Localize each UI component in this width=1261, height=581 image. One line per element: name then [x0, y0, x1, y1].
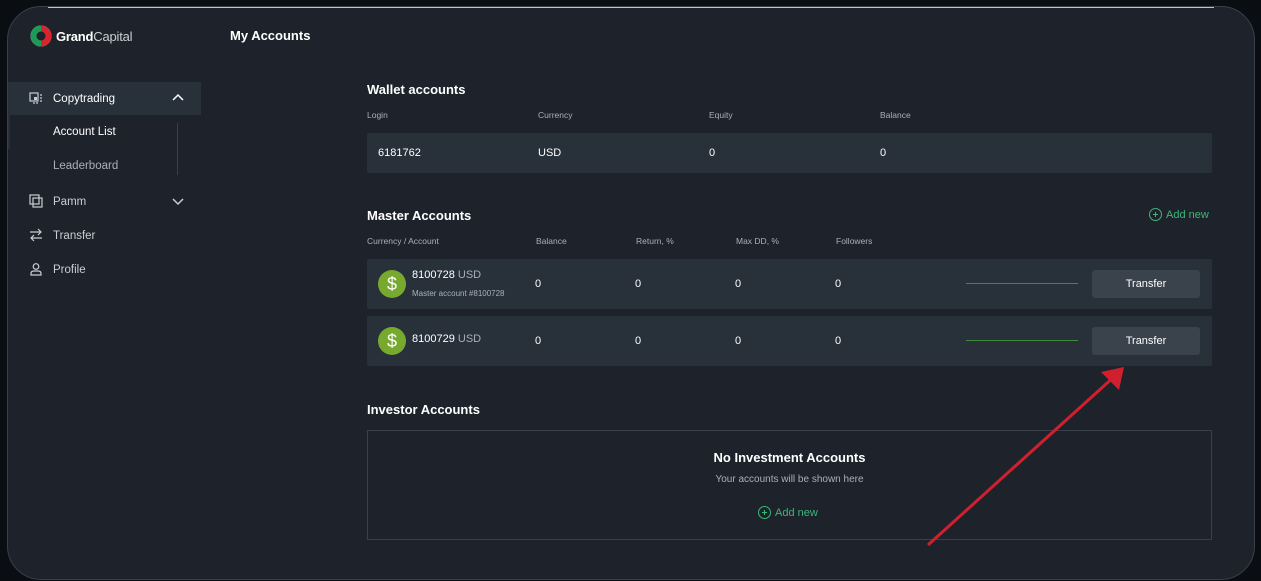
master-header-followers: Followers: [836, 236, 873, 246]
table-row[interactable]: $ 8100729 USD 0 0 0 0 Transfer: [367, 316, 1212, 366]
account-balance: 0: [535, 278, 542, 290]
master-header-balance: Balance: [536, 236, 567, 246]
brand-name-bold: Grand: [56, 28, 94, 44]
account-maxdd: 0: [735, 278, 742, 290]
account-number[interactable]: 8100728 USD: [412, 269, 481, 281]
app-window: GrandCapital Copytrading Account List Le…: [7, 6, 1255, 580]
empty-title: No Investment Accounts: [713, 450, 866, 465]
wallet-header-currency: Currency: [538, 110, 573, 120]
wallet-currency: USD: [538, 147, 562, 159]
sidebar-label-profile: Profile: [53, 263, 86, 276]
brand-name-light: Capital: [93, 28, 133, 44]
sidebar-label-transfer: Transfer: [53, 229, 96, 242]
master-add-new-button[interactable]: Add new: [1149, 208, 1209, 221]
logo[interactable]: GrandCapital: [30, 25, 133, 47]
active-indicator: [8, 115, 10, 149]
sidebar-label-copytrading: Copytrading: [53, 92, 116, 105]
account-followers: 0: [835, 278, 842, 290]
sidebar-item-pamm[interactable]: Pamm: [8, 185, 201, 218]
master-header-maxdd: Max DD, %: [736, 236, 779, 246]
empty-subtitle: Your accounts will be shown here: [715, 474, 864, 485]
investor-section-title: Investor Accounts: [367, 402, 480, 417]
wallet-equity: 0: [709, 147, 716, 159]
account-number-value: 8100728: [412, 269, 455, 281]
investor-add-new-button[interactable]: Add new: [758, 506, 818, 519]
wallet-header-balance: Balance: [880, 110, 911, 120]
plus-circle-icon: [758, 506, 771, 519]
submenu-divider: [177, 123, 178, 175]
wallet-login: 6181762: [378, 147, 421, 159]
account-maxdd: 0: [735, 335, 742, 347]
pamm-icon: [29, 194, 43, 208]
wallet-header-login: Login: [367, 110, 388, 120]
logo-icon: [30, 25, 52, 47]
chevron-up-icon[interactable]: [171, 91, 185, 105]
sidebar-item-account-list[interactable]: Account List: [53, 126, 116, 138]
copytrading-icon: [29, 92, 42, 104]
account-number[interactable]: 8100729 USD: [412, 333, 481, 345]
account-balance: 0: [535, 335, 542, 347]
transfer-button[interactable]: Transfer: [1092, 270, 1200, 298]
sparkline: [966, 340, 1078, 341]
empty-state: No Investment Accounts Your accounts wil…: [367, 430, 1212, 540]
dollar-icon: $: [378, 327, 406, 355]
account-currency: USD: [457, 333, 482, 345]
master-section-title: Master Accounts: [367, 208, 472, 223]
sidebar-item-copytrading[interactable]: Copytrading: [8, 82, 201, 115]
chevron-down-icon[interactable]: [171, 194, 185, 208]
sidebar-item-profile[interactable]: Profile: [8, 253, 201, 286]
account-return: 0: [635, 335, 642, 347]
master-add-new-label: Add new: [1166, 208, 1209, 221]
transfer-icon: [30, 228, 42, 242]
user-icon: [30, 263, 42, 276]
sidebar-item-leaderboard[interactable]: Leaderboard: [53, 160, 118, 172]
dollar-icon: $: [378, 270, 406, 298]
window-edge: [48, 7, 1214, 8]
account-number-value: 8100729: [412, 333, 455, 345]
page-title: My Accounts: [230, 28, 311, 43]
account-followers: 0: [835, 335, 842, 347]
wallet-row[interactable]: 6181762 USD 0 0: [367, 133, 1212, 173]
master-header-return: Return, %: [636, 236, 674, 246]
master-header-account: Currency / Account: [367, 236, 439, 246]
sidebar-label-pamm: Pamm: [53, 195, 87, 208]
account-return: 0: [635, 278, 642, 290]
plus-circle-icon: [1149, 208, 1162, 221]
wallet-header-equity: Equity: [709, 110, 733, 120]
investor-add-new-label: Add new: [775, 506, 818, 519]
table-row[interactable]: $ 8100728 USD Master account #8100728 0 …: [367, 259, 1212, 309]
account-currency: USD: [457, 269, 482, 281]
wallet-balance: 0: [880, 147, 887, 159]
sidebar-item-transfer[interactable]: Transfer: [8, 219, 201, 252]
wallet-section-title: Wallet accounts: [367, 82, 466, 97]
transfer-button[interactable]: Transfer: [1092, 327, 1200, 355]
sparkline: [966, 283, 1078, 284]
account-subtitle: Master account #8100728: [412, 289, 505, 298]
